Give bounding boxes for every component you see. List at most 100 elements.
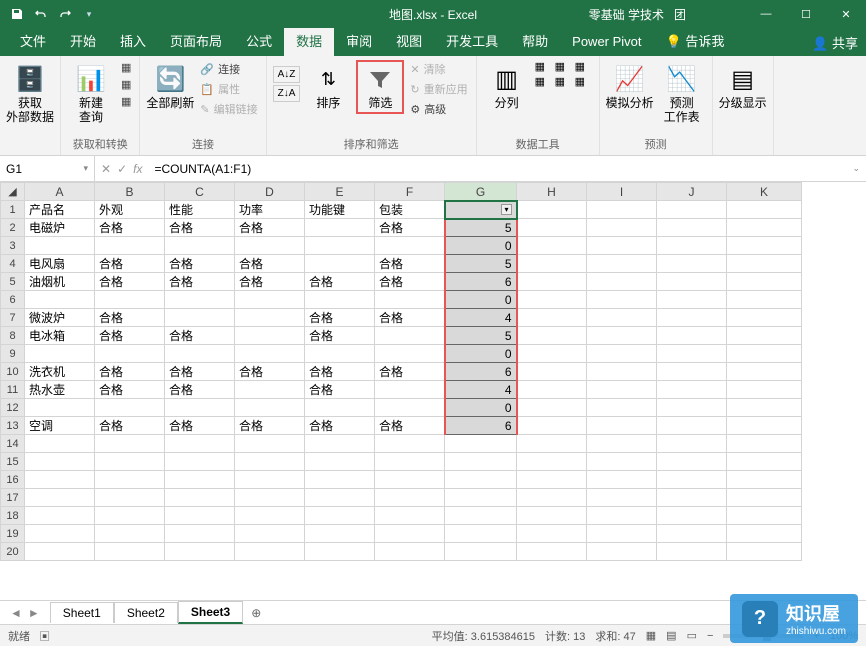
cell[interactable]: 合格 <box>95 219 165 237</box>
cell[interactable] <box>657 417 727 435</box>
row-header[interactable]: 1 <box>1 201 25 219</box>
cell[interactable] <box>587 507 657 525</box>
cell[interactable] <box>375 525 445 543</box>
cell[interactable] <box>587 363 657 381</box>
undo-icon[interactable] <box>32 5 50 23</box>
tab-layout[interactable]: 页面布局 <box>158 28 234 56</box>
name-box[interactable]: G1▾ <box>0 156 95 181</box>
col-header-k[interactable]: K <box>727 183 802 201</box>
cell[interactable]: 合格 <box>235 417 305 435</box>
row-header[interactable]: 16 <box>1 471 25 489</box>
cell[interactable]: 功能键 <box>305 201 375 219</box>
cell[interactable]: 5 <box>445 219 517 237</box>
cell[interactable] <box>25 237 95 255</box>
cell[interactable] <box>587 417 657 435</box>
data-val[interactable]: ▦ <box>575 60 593 73</box>
cell[interactable] <box>305 219 375 237</box>
cell[interactable] <box>587 255 657 273</box>
from-table[interactable]: ▦ <box>119 77 133 92</box>
cell[interactable]: 合格 <box>305 327 375 345</box>
accept-formula-icon[interactable]: ✓ <box>117 162 127 176</box>
cell[interactable] <box>587 399 657 417</box>
cell[interactable] <box>25 507 95 525</box>
col-header-c[interactable]: C <box>165 183 235 201</box>
cell[interactable] <box>305 543 375 561</box>
cell[interactable] <box>375 471 445 489</box>
cell[interactable] <box>657 363 727 381</box>
cell[interactable] <box>727 291 802 309</box>
cell[interactable] <box>235 291 305 309</box>
cell[interactable] <box>657 435 727 453</box>
cell[interactable] <box>657 291 727 309</box>
row-header[interactable]: 6 <box>1 291 25 309</box>
cell[interactable] <box>517 417 587 435</box>
cell[interactable]: 合格 <box>95 327 165 345</box>
cell[interactable] <box>305 507 375 525</box>
cell[interactable] <box>517 399 587 417</box>
sort-button[interactable]: ⇅排序 <box>304 60 352 110</box>
show-queries[interactable]: ▦ <box>119 60 133 75</box>
cell[interactable]: 0 <box>445 345 517 363</box>
cell[interactable] <box>25 435 95 453</box>
cell[interactable] <box>657 471 727 489</box>
cell[interactable] <box>165 453 235 471</box>
get-external-data-button[interactable]: 🗄️获取 外部数据 <box>6 60 54 125</box>
cell[interactable] <box>517 273 587 291</box>
row-header[interactable]: 8 <box>1 327 25 345</box>
relationships[interactable]: ▦ <box>555 75 573 88</box>
cell[interactable] <box>517 507 587 525</box>
cell[interactable] <box>305 489 375 507</box>
cell[interactable]: 合格 <box>165 327 235 345</box>
cell[interactable] <box>235 435 305 453</box>
cell[interactable] <box>727 543 802 561</box>
cell[interactable]: 6 <box>445 273 517 291</box>
cell[interactable] <box>727 381 802 399</box>
text-to-columns-button[interactable]: ▥分列 <box>483 60 531 110</box>
row-header[interactable]: 19 <box>1 525 25 543</box>
cell[interactable] <box>445 435 517 453</box>
cell[interactable] <box>95 471 165 489</box>
cell[interactable]: 产品名 <box>25 201 95 219</box>
sheet-tab-2[interactable]: Sheet2 <box>114 602 178 623</box>
row-header[interactable]: 13 <box>1 417 25 435</box>
cell[interactable]: 热水壶 <box>25 381 95 399</box>
cell[interactable] <box>727 273 802 291</box>
cell[interactable] <box>727 327 802 345</box>
cell[interactable] <box>305 453 375 471</box>
cell[interactable] <box>305 291 375 309</box>
tab-formula[interactable]: 公式 <box>234 28 284 56</box>
cell[interactable] <box>445 525 517 543</box>
view-layout-icon[interactable]: ▤ <box>666 629 676 642</box>
cell[interactable]: 电风扇 <box>25 255 95 273</box>
cell[interactable] <box>657 309 727 327</box>
cell[interactable] <box>587 309 657 327</box>
col-header-e[interactable]: E <box>305 183 375 201</box>
cell[interactable] <box>165 543 235 561</box>
cell[interactable] <box>235 309 305 327</box>
forecast-button[interactable]: 📉预测 工作表 <box>658 60 706 125</box>
row-header[interactable]: 10 <box>1 363 25 381</box>
tab-home[interactable]: 开始 <box>58 28 108 56</box>
cell[interactable] <box>165 399 235 417</box>
tab-view[interactable]: 视图 <box>384 28 434 56</box>
cell[interactable] <box>657 507 727 525</box>
cell[interactable]: 合格 <box>95 363 165 381</box>
cell[interactable] <box>587 237 657 255</box>
cell[interactable]: 0 <box>445 237 517 255</box>
cell[interactable]: 洗衣机 <box>25 363 95 381</box>
cell[interactable] <box>727 525 802 543</box>
cell[interactable] <box>305 345 375 363</box>
cell[interactable] <box>235 453 305 471</box>
cell[interactable]: 电冰箱 <box>25 327 95 345</box>
tab-review[interactable]: 审阅 <box>334 28 384 56</box>
cell[interactable] <box>165 237 235 255</box>
sheet-tab-3[interactable]: Sheet3 <box>178 601 243 624</box>
cell[interactable]: ▾ <box>445 201 517 219</box>
cell[interactable]: 合格 <box>305 417 375 435</box>
cell[interactable]: 6 <box>445 417 517 435</box>
consolidate[interactable]: ▦ <box>535 75 553 88</box>
cell[interactable] <box>305 399 375 417</box>
cell[interactable] <box>375 345 445 363</box>
cell[interactable] <box>517 309 587 327</box>
cell[interactable]: 合格 <box>95 381 165 399</box>
